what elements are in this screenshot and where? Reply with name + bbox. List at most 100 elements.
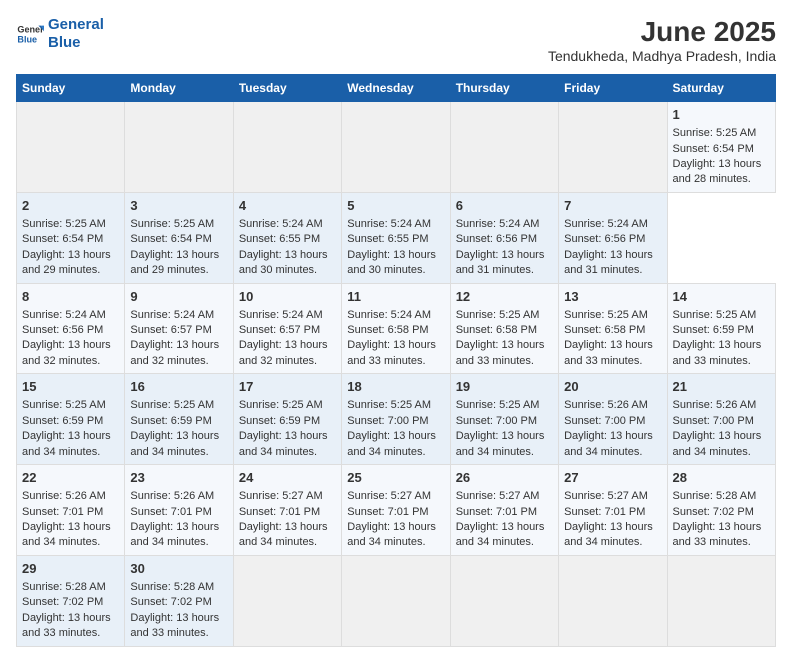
daylight-text: Daylight: 13 hours and 33 minutes. [130, 612, 219, 639]
day-number: 14 [673, 288, 770, 306]
sunset-text: Sunset: 6:58 PM [456, 324, 537, 336]
calendar-body: 1 Sunrise: 5:25 AM Sunset: 6:54 PM Daylight… [17, 102, 776, 647]
sunset-text: Sunset: 6:59 PM [22, 415, 103, 427]
logo: General Blue General Blue [16, 16, 104, 52]
daylight-text: Daylight: 13 hours and 33 minutes. [673, 521, 762, 548]
daylight-text: Daylight: 13 hours and 34 minutes. [130, 430, 219, 457]
sub-title: Tendukheda, Madhya Pradesh, India [548, 48, 776, 64]
calendar-cell [233, 102, 341, 193]
daylight-text: Daylight: 13 hours and 33 minutes. [22, 612, 111, 639]
logo-icon: General Blue [16, 20, 44, 48]
sunrise-text: Sunrise: 5:25 AM [673, 309, 757, 321]
sunset-text: Sunset: 6:56 PM [564, 233, 645, 245]
calendar-cell: 10Sunrise: 5:24 AMSunset: 6:57 PMDayligh… [233, 283, 341, 374]
daylight-text: Daylight: 13 hours and 34 minutes. [22, 430, 111, 457]
sunrise-text: Sunrise: 5:25 AM [239, 399, 323, 411]
sunrise-text: Sunrise: 5:27 AM [347, 490, 431, 502]
daylight-text: Daylight: 13 hours and 34 minutes. [564, 430, 653, 457]
calendar-cell: 12Sunrise: 5:25 AMSunset: 6:58 PMDayligh… [450, 283, 558, 374]
calendar-cell [342, 102, 450, 193]
header-cell-tuesday: Tuesday [233, 75, 341, 102]
sunset-text: Sunset: 6:57 PM [130, 324, 211, 336]
day-number: 22 [22, 469, 119, 487]
calendar-cell: 18Sunrise: 5:25 AMSunset: 7:00 PMDayligh… [342, 374, 450, 465]
header-cell-friday: Friday [559, 75, 667, 102]
sunrise-text: Sunrise: 5:25 AM [673, 127, 757, 139]
day-number: 11 [347, 288, 444, 306]
day-number: 18 [347, 378, 444, 396]
calendar-cell: 28Sunrise: 5:28 AMSunset: 7:02 PMDayligh… [667, 465, 775, 556]
day-number: 9 [130, 288, 227, 306]
day-number: 15 [22, 378, 119, 396]
day-number: 26 [456, 469, 553, 487]
calendar-cell [559, 102, 667, 193]
sunset-text: Sunset: 6:58 PM [564, 324, 645, 336]
sunrise-text: Sunrise: 5:24 AM [564, 218, 648, 230]
calendar-cell: 14Sunrise: 5:25 AMSunset: 6:59 PMDayligh… [667, 283, 775, 374]
daylight-text: Daylight: 13 hours and 34 minutes. [456, 521, 545, 548]
daylight-text: Daylight: 13 hours and 31 minutes. [564, 249, 653, 276]
sunset-text: Sunset: 6:55 PM [347, 233, 428, 245]
calendar-week-0: 1Sunrise: 5:25 AMSunset: 6:54 PMDaylight… [17, 102, 776, 193]
daylight-text: Daylight: 13 hours and 34 minutes. [456, 430, 545, 457]
day-number: 6 [456, 197, 553, 215]
daylight-text: Daylight: 13 hours and 31 minutes. [456, 249, 545, 276]
daylight-text: Daylight: 13 hours and 33 minutes. [673, 339, 762, 366]
day-number: 19 [456, 378, 553, 396]
daylight-text: Daylight: 13 hours and 33 minutes. [347, 339, 436, 366]
sunrise-text: Sunrise: 5:26 AM [564, 399, 648, 411]
calendar-cell: 7Sunrise: 5:24 AMSunset: 6:56 PMDaylight… [559, 192, 667, 283]
calendar-cell: 13Sunrise: 5:25 AMSunset: 6:58 PMDayligh… [559, 283, 667, 374]
calendar-cell: 3Sunrise: 5:25 AMSunset: 6:54 PMDaylight… [125, 192, 233, 283]
sunrise-text: Sunrise: 5:24 AM [22, 309, 106, 321]
day-number: 17 [239, 378, 336, 396]
sunset-text: Sunset: 7:00 PM [456, 415, 537, 427]
calendar-cell [342, 555, 450, 646]
calendar-cell: 8Sunrise: 5:24 AMSunset: 6:56 PMDaylight… [17, 283, 125, 374]
day-number: 1 [673, 106, 770, 124]
sunrise-text: Sunrise: 5:27 AM [239, 490, 323, 502]
sunset-text: Sunset: 7:02 PM [673, 506, 754, 518]
sunrise-text: Sunrise: 5:27 AM [564, 490, 648, 502]
sunset-text: Sunset: 6:59 PM [239, 415, 320, 427]
header-cell-thursday: Thursday [450, 75, 558, 102]
calendar-week-5: 29Sunrise: 5:28 AMSunset: 7:02 PMDayligh… [17, 555, 776, 646]
sunrise-text: Sunrise: 5:24 AM [130, 309, 214, 321]
daylight-text: Daylight: 13 hours and 34 minutes. [22, 521, 111, 548]
calendar-cell: 6Sunrise: 5:24 AMSunset: 6:56 PMDaylight… [450, 192, 558, 283]
header-cell-sunday: Sunday [17, 75, 125, 102]
daylight-text: Daylight: 13 hours and 28 minutes. [673, 158, 762, 185]
day-number: 21 [673, 378, 770, 396]
daylight-text: Daylight: 13 hours and 29 minutes. [130, 249, 219, 276]
daylight-text: Daylight: 13 hours and 34 minutes. [347, 521, 436, 548]
sunrise-text: Sunrise: 5:24 AM [456, 218, 540, 230]
logo-text-line2: Blue [48, 34, 104, 52]
sunrise-text: Sunrise: 5:28 AM [673, 490, 757, 502]
daylight-text: Daylight: 13 hours and 34 minutes. [347, 430, 436, 457]
sunrise-text: Sunrise: 5:27 AM [456, 490, 540, 502]
daylight-text: Daylight: 13 hours and 34 minutes. [130, 521, 219, 548]
calendar-cell [667, 555, 775, 646]
day-number: 24 [239, 469, 336, 487]
calendar-cell: 20Sunrise: 5:26 AMSunset: 7:00 PMDayligh… [559, 374, 667, 465]
calendar-cell: 11Sunrise: 5:24 AMSunset: 6:58 PMDayligh… [342, 283, 450, 374]
sunrise-text: Sunrise: 5:24 AM [239, 309, 323, 321]
calendar-cell: 19Sunrise: 5:25 AMSunset: 7:00 PMDayligh… [450, 374, 558, 465]
header: General Blue General Blue June 2025 Tend… [16, 16, 776, 64]
sunset-text: Sunset: 6:56 PM [22, 324, 103, 336]
sunset-text: Sunset: 6:55 PM [239, 233, 320, 245]
day-number: 2 [22, 197, 119, 215]
sunrise-text: Sunrise: 5:28 AM [22, 581, 106, 593]
calendar-cell [559, 555, 667, 646]
sunset-text: Sunset: 6:54 PM [22, 233, 103, 245]
calendar-cell: 2Sunrise: 5:25 AMSunset: 6:54 PMDaylight… [17, 192, 125, 283]
calendar-cell: 17Sunrise: 5:25 AMSunset: 6:59 PMDayligh… [233, 374, 341, 465]
calendar-cell: 4Sunrise: 5:24 AMSunset: 6:55 PMDaylight… [233, 192, 341, 283]
sunrise-text: Sunrise: 5:24 AM [347, 309, 431, 321]
calendar-cell: 9Sunrise: 5:24 AMSunset: 6:57 PMDaylight… [125, 283, 233, 374]
day-number: 4 [239, 197, 336, 215]
daylight-text: Daylight: 13 hours and 30 minutes. [347, 249, 436, 276]
sunrise-text: Sunrise: 5:26 AM [673, 399, 757, 411]
day-number: 27 [564, 469, 661, 487]
sunset-text: Sunset: 7:01 PM [22, 506, 103, 518]
